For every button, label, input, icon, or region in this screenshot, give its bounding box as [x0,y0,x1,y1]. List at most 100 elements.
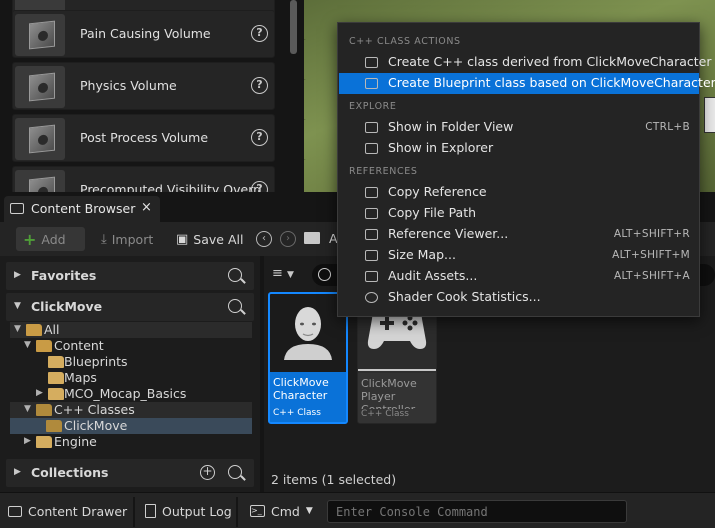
chevron-down-icon: ▼ [14,301,21,311]
close-icon[interactable]: × [141,200,152,215]
placement-scrollbar[interactable] [290,0,297,54]
character-icon [284,307,332,360]
search-icon[interactable] [228,268,242,282]
content-drawer-button[interactable]: Content Drawer [8,499,127,523]
tree-item-content[interactable]: ▼ Content [10,338,252,354]
forward-icon[interactable]: › [280,231,296,247]
chevron-right-icon: ▶ [14,467,21,477]
chevron-down-icon[interactable]: ▼ [14,324,21,334]
menu-item-size-map[interactable]: Size Map... ALT+SHIFT+M [339,245,699,266]
menu-item-audit-assets[interactable]: Audit Assets... ALT+SHIFT+A [339,266,699,287]
asset-tile-clickmove-character[interactable]: ClickMove Character C++ Class [268,292,348,424]
chevron-right-icon[interactable]: ▶ [36,388,43,398]
output-log-button[interactable]: Output Log [145,499,232,523]
tree-item-mco-mocap-basics[interactable]: ▶ MCO_Mocap_Basics [10,386,252,402]
menu-item-label: Create Blueprint class based on ClickMov… [388,75,715,90]
copy-icon [365,187,378,198]
divider [133,497,135,527]
import-button[interactable]: ⤓ Import [94,227,160,251]
blueprint-class-icon [365,78,378,89]
volume-cube-icon [29,176,55,192]
menu-item-label: Shader Cook Statistics... [388,289,541,304]
tree-item-label: All [44,322,60,337]
volume-cube-icon [29,72,55,102]
placement-item-precomputed-visibility[interactable]: Precomputed Visibility Overri ? [12,166,275,192]
menu-item-label: Copy Reference [388,184,487,199]
chevron-down-icon: ▼ [305,506,313,516]
chevron-right-icon: ▶ [14,270,21,280]
cpp-folder-icon [36,404,52,416]
help-icon[interactable]: ? [251,129,268,146]
chevron-right-icon[interactable]: ▶ [24,436,31,446]
reference-viewer-icon [365,229,378,240]
asset-name: ClickMove Player Controller [361,377,417,409]
content-drawer-icon [8,505,22,517]
menu-item-copy-reference[interactable]: Copy Reference [339,182,699,203]
placement-item-post-process-volume[interactable]: Post Process Volume ? [12,114,275,162]
add-collection-icon[interactable]: + [200,465,215,480]
tree-item-maps[interactable]: Maps [10,370,252,386]
content-drawer-label: Content Drawer [28,503,128,519]
folder-open-icon [26,324,42,336]
placement-item-label: Pain Causing Volume [80,26,211,41]
filter-button[interactable]: ≡ ▼ [272,266,306,284]
folder-open-icon [36,340,52,352]
menu-item-label: Create C++ class derived from ClickMoveC… [388,54,712,69]
back-icon[interactable]: ‹ [256,231,272,247]
help-icon[interactable]: ? [251,25,268,42]
console-command-input[interactable] [327,500,627,523]
search-icon [318,268,331,281]
folder-search-icon [365,122,378,133]
help-icon[interactable]: ? [251,181,268,192]
import-button-label: Import [111,231,154,247]
menu-item-show-in-folder-view[interactable]: Show in Folder View CTRL+B [339,117,699,138]
placement-item-label: Precomputed Visibility Overri [80,182,262,192]
content-browser-icon [10,203,24,214]
filter-icon: ≡ [272,266,283,281]
output-log-label: Output Log [162,503,232,519]
menu-item-show-in-explorer[interactable]: Show in Explorer [339,138,699,159]
menu-item-label: Copy File Path [388,205,477,220]
placement-list: Pain Causing Volume ? Physics Volume ? P… [0,0,300,192]
placement-item-label: Post Process Volume [80,130,209,145]
cmd-dropdown[interactable]: >_ Cmd ▼ [250,499,313,523]
tree-item-clickmove[interactable]: ClickMove [10,418,252,434]
plus-icon: + [23,229,37,249]
search-icon[interactable] [228,299,242,313]
folder-icon [48,388,64,400]
tree-item-label: ClickMove [64,418,128,433]
tab-content-browser[interactable]: Content Browser × [4,196,160,222]
placement-thumbnail [15,14,65,56]
folder-icon [304,232,320,244]
tree-item-engine[interactable]: ▶ Engine [10,434,252,450]
tree-item-label: Engine [54,434,97,449]
project-section-header[interactable]: ▼ ClickMove [6,293,254,321]
menu-item-shader-cook-statistics[interactable]: Shader Cook Statistics... [339,287,699,308]
search-icon[interactable] [228,465,242,479]
tree-item-cpp-classes[interactable]: ▼ C++ Classes [10,402,252,418]
favorites-section-header[interactable]: ▶ Favorites [6,262,254,290]
menu-item-shortcut: ALT+SHIFT+R [613,228,690,240]
add-button[interactable]: + Add [16,227,85,251]
output-log-icon [145,504,156,518]
tree-item-blueprints[interactable]: Blueprints [10,354,252,370]
help-icon[interactable]: ? [251,77,268,94]
section-title: Collections [31,465,109,480]
menu-item-reference-viewer[interactable]: Reference Viewer... ALT+SHIFT+R [339,224,699,245]
volume-cube-icon [29,20,55,50]
chevron-down-icon[interactable]: ▼ [24,340,31,350]
save-all-button[interactable]: ▣ Save All [169,227,250,251]
chevron-down-icon[interactable]: ▼ [24,404,31,414]
collections-section-header[interactable]: ▶ Collections + [6,459,254,487]
menu-item-create-cpp-class[interactable]: Create C++ class derived from ClickMoveC… [339,52,711,73]
asset-class-label: C++ Class [361,409,409,419]
add-button-label: Add [41,231,66,247]
menu-item-create-blueprint-class[interactable]: Create Blueprint class based on ClickMov… [339,73,715,94]
tree-item-all[interactable]: ▼ All [10,322,252,338]
shader-icon [365,292,378,303]
placement-item-physics-volume[interactable]: Physics Volume ? [12,62,275,110]
cpp-folder-icon [46,420,62,432]
menu-item-copy-file-path[interactable]: Copy File Path [339,203,699,224]
menu-item-label: Audit Assets... [388,268,478,283]
placement-item-pain-causing-volume[interactable]: Pain Causing Volume ? [12,10,275,58]
